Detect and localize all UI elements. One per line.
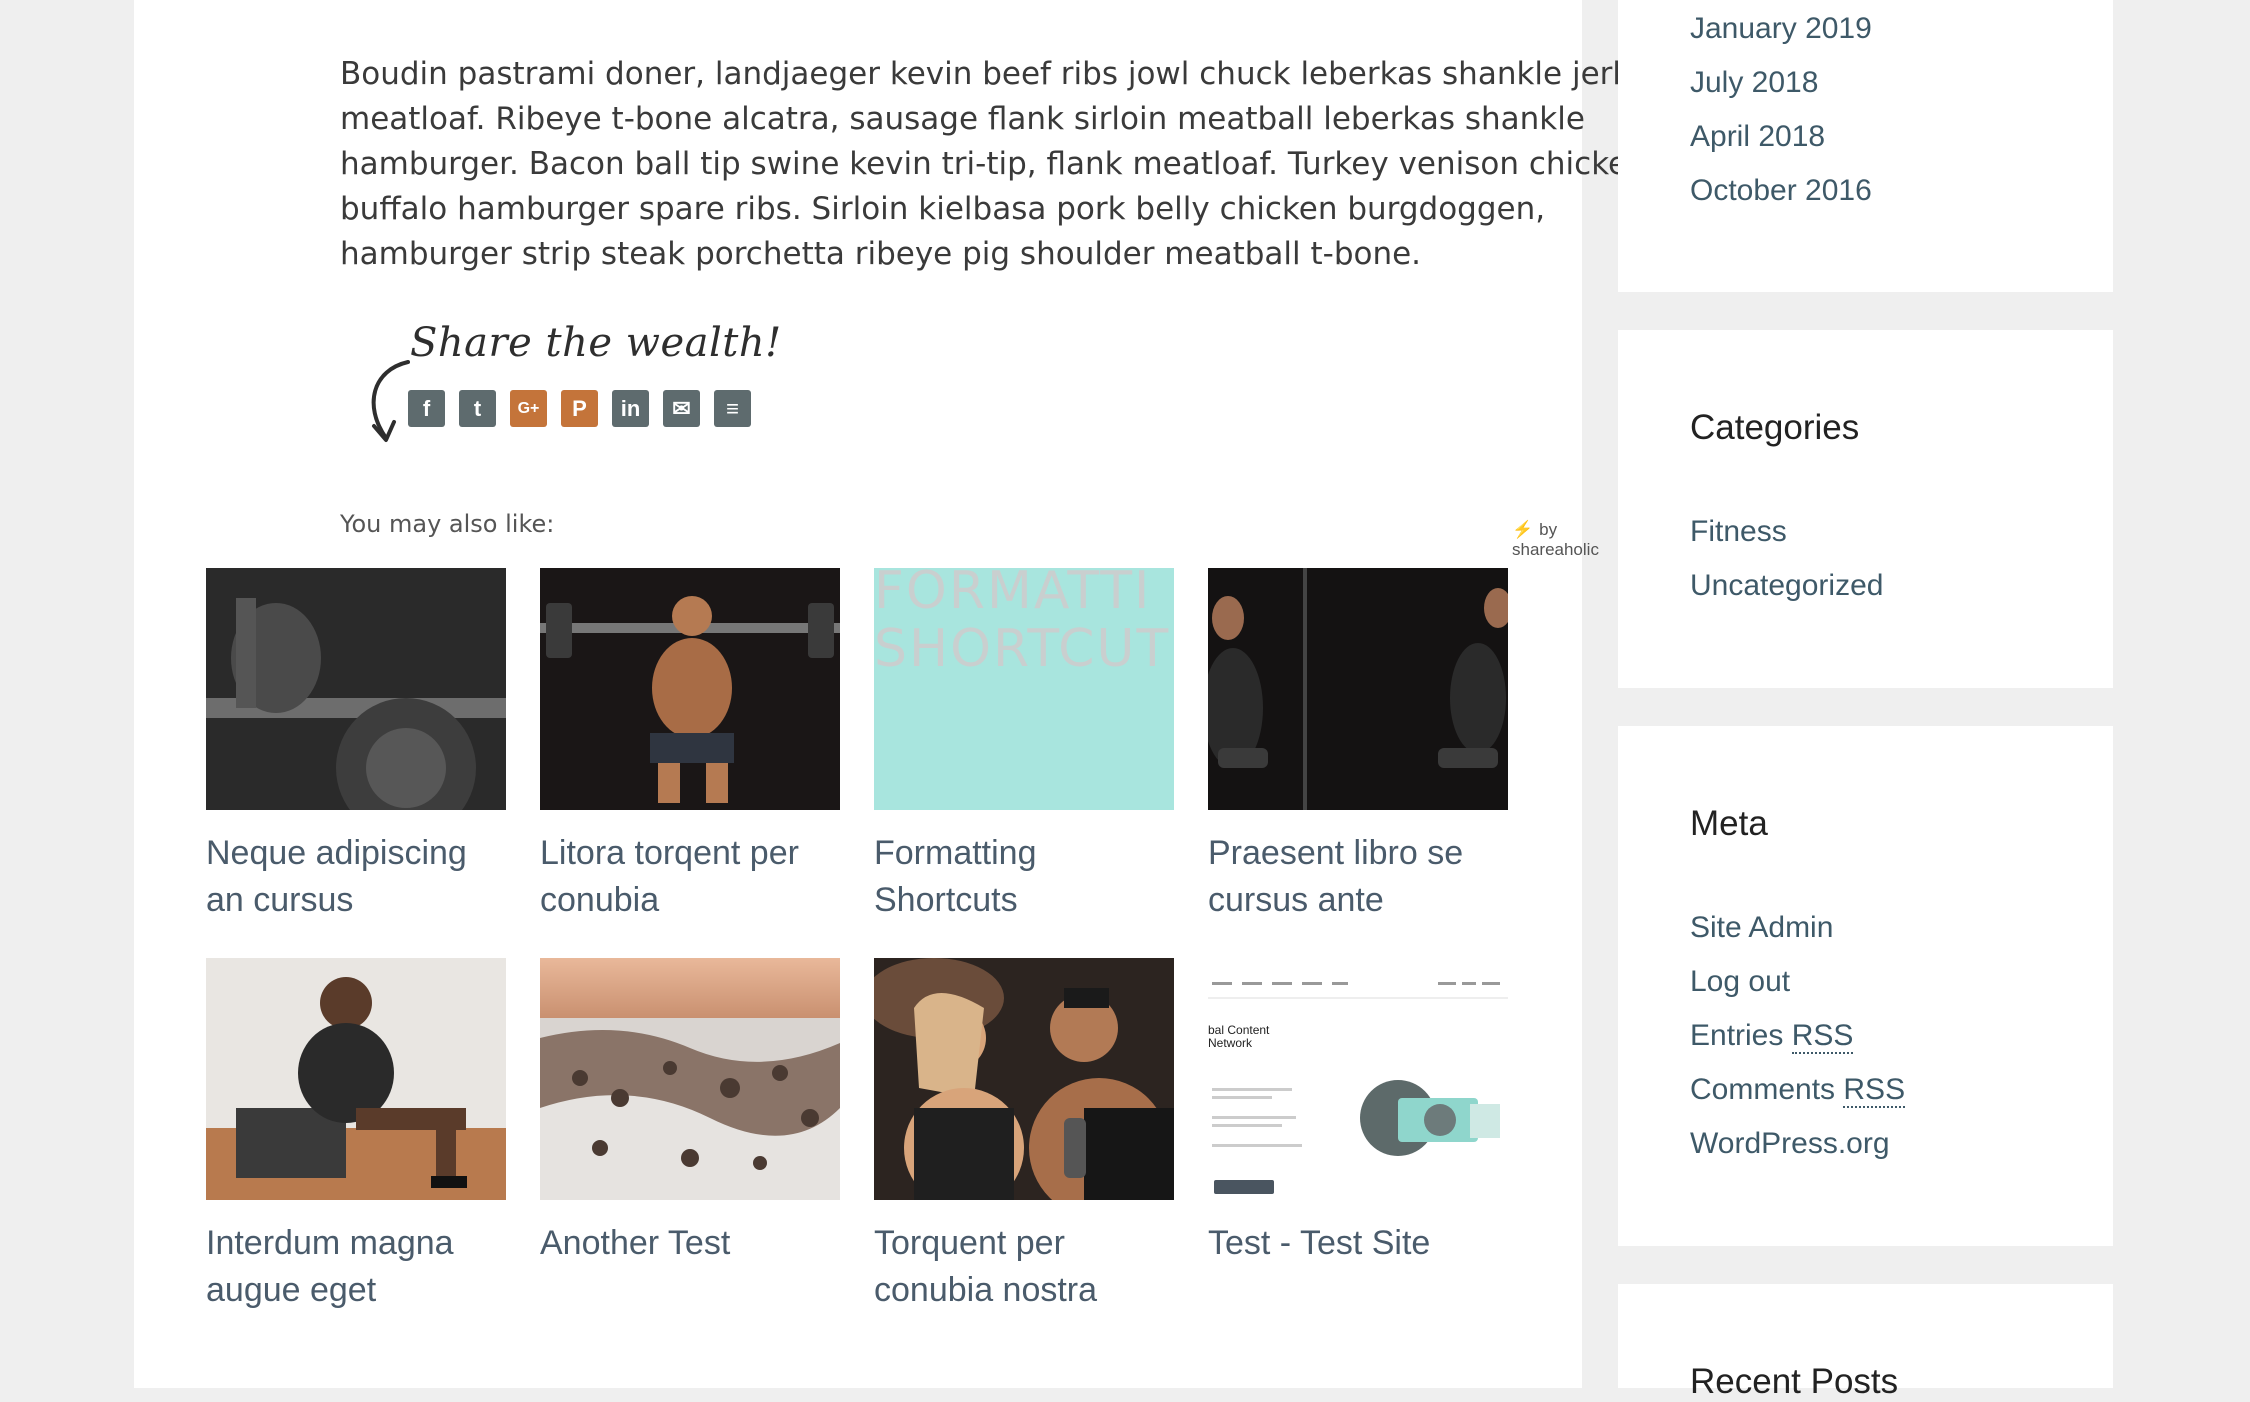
share-icons: f t G+ P in ✉ ≡ — [408, 390, 751, 427]
linkedin-icon[interactable]: in — [612, 390, 649, 427]
log-out-link[interactable]: Log out — [1690, 955, 1905, 1009]
comments-label: Comments — [1690, 1073, 1836, 1106]
related-post-title[interactable]: Litora torqent per conubia — [540, 830, 840, 924]
archive-link[interactable]: October 2016 — [1690, 164, 1872, 218]
meta-heading: Meta — [1690, 804, 1768, 843]
categories-list: Fitness Uncategorized — [1690, 505, 1883, 613]
related-post[interactable]: Another Test — [540, 958, 840, 1267]
facebook-icon[interactable]: f — [408, 390, 445, 427]
rss-abbr: RSS — [1791, 1019, 1854, 1054]
article-body: Boudin pastrami doner, landjaeger kevin … — [340, 56, 1648, 272]
entries-rss-link[interactable]: Entries RSS — [1690, 1009, 1905, 1063]
thumbnail-text: SHORTCUT — [874, 619, 1171, 678]
powered-by-shareaholic[interactable]: ⚡ by shareaholic — [1512, 520, 1599, 560]
pinterest-icon[interactable]: P — [561, 390, 598, 427]
thumbnail-text: FORMATTI — [874, 568, 1152, 621]
post-thumbnail[interactable] — [540, 568, 840, 810]
category-link[interactable]: Fitness — [1690, 505, 1883, 559]
meta-widget: Meta Site Admin Log out Entries RSS Comm… — [1618, 726, 2113, 1246]
related-post[interactable]: Torquent per conubia nostra — [874, 958, 1174, 1314]
google-plus-icon[interactable]: G+ — [510, 390, 547, 427]
related-post[interactable]: bal Content Network Test - Test Site — [1208, 958, 1508, 1267]
wordpress-org-link[interactable]: WordPress.org — [1690, 1117, 1905, 1171]
related-post[interactable]: Interdum magna augue eget — [206, 958, 506, 1314]
site-admin-link[interactable]: Site Admin — [1690, 901, 1905, 955]
share-title: Share the wealth! — [410, 320, 782, 366]
categories-widget: Categories Fitness Uncategorized — [1618, 330, 2113, 688]
related-post-title[interactable]: Formatting Shortcuts — [874, 830, 1174, 924]
archive-link[interactable]: January 2019 — [1690, 2, 1872, 56]
related-post-title[interactable]: Torquent per conubia nostra — [874, 1220, 1174, 1314]
related-post-title[interactable]: Test - Test Site — [1208, 1220, 1508, 1267]
more-share-icon[interactable]: ≡ — [714, 390, 751, 427]
related-post-title[interactable]: Interdum magna augue eget — [206, 1220, 506, 1314]
lightning-icon: ⚡ — [1512, 520, 1534, 539]
email-icon[interactable]: ✉ — [663, 390, 700, 427]
related-post[interactable]: Neque adipiscing an cursus — [206, 568, 506, 924]
archive-link[interactable]: April 2018 — [1690, 110, 1872, 164]
recent-posts-widget: Recent Posts — [1618, 1284, 2113, 1401]
archives-list: January 2019 July 2018 April 2018 Octobe… — [1690, 2, 1872, 218]
entries-label: Entries — [1690, 1019, 1784, 1052]
post-thumbnail[interactable]: bal Content Network — [1208, 958, 1508, 1200]
archive-link[interactable]: July 2018 — [1690, 56, 1872, 110]
related-post-title[interactable]: Another Test — [540, 1220, 840, 1267]
categories-heading: Categories — [1690, 408, 1860, 447]
post-thumbnail[interactable] — [540, 958, 840, 1200]
post-thumbnail[interactable] — [1208, 568, 1508, 810]
post-thumbnail[interactable] — [206, 958, 506, 1200]
comments-rss-link[interactable]: Comments RSS — [1690, 1063, 1906, 1117]
post-thumbnail[interactable]: FORMATTI SHORTCUT — [874, 568, 1174, 810]
post-thumbnail[interactable] — [874, 958, 1174, 1200]
archives-widget: January 2019 July 2018 April 2018 Octobe… — [1618, 0, 2113, 292]
post-thumbnail[interactable] — [206, 568, 506, 810]
rss-abbr: RSS — [1843, 1073, 1906, 1108]
meta-list: Site Admin Log out Entries RSS Comments … — [1690, 901, 1906, 1171]
recent-posts-heading: Recent Posts — [1690, 1362, 1899, 1401]
related-post[interactable]: Praesent libro se cursus ante — [1208, 568, 1508, 924]
related-post-title[interactable]: Praesent libro se cursus ante — [1208, 830, 1508, 924]
twitter-icon[interactable]: t — [459, 390, 496, 427]
related-post[interactable]: Litora torqent per conubia — [540, 568, 840, 924]
related-label: You may also like: — [340, 510, 555, 538]
category-link[interactable]: Uncategorized — [1690, 559, 1883, 613]
related-post[interactable]: FORMATTI SHORTCUT Formatting Shortcuts — [874, 568, 1174, 924]
thumbnail-heading: bal Content Network — [1208, 1023, 1270, 1050]
related-post-title[interactable]: Neque adipiscing an cursus — [206, 830, 506, 924]
main-content: Boudin pastrami doner, landjaeger kevin … — [134, 0, 1648, 1388]
